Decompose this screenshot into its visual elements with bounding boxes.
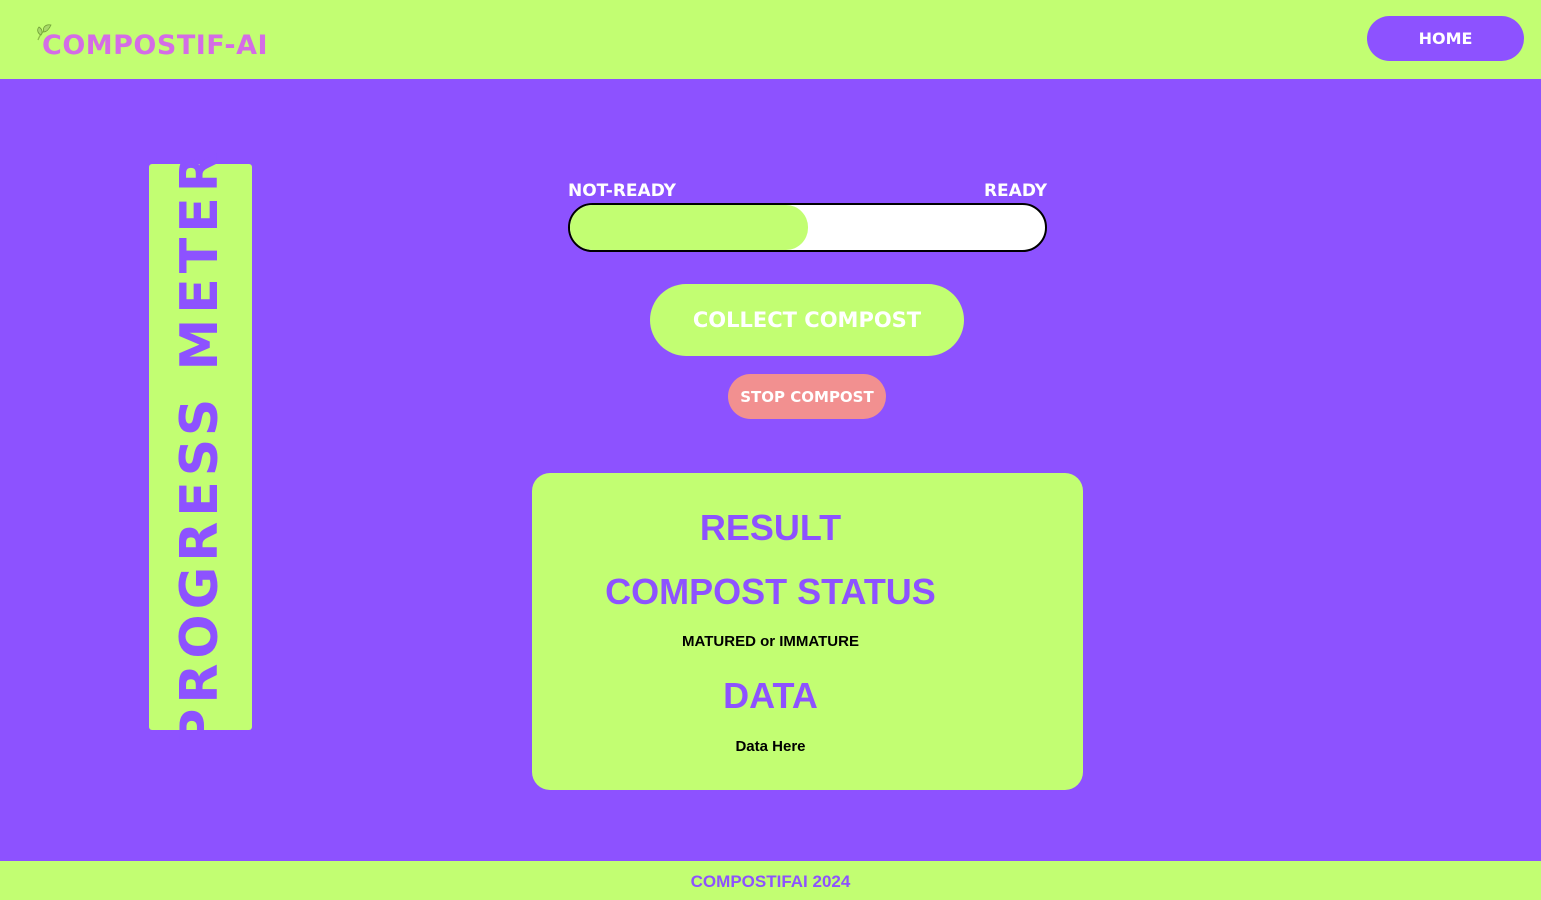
progress-meter-title: PROGRESS METER [170, 147, 230, 747]
compost-status-value: MATURED or IMMATURE [682, 633, 859, 650]
not-ready-label: NOT-READY [568, 181, 676, 201]
progress-fill [570, 205, 808, 250]
stop-compost-button[interactable]: STOP COMPOST [728, 374, 886, 419]
footer-text: COMPOSTIFAI 2024 [690, 872, 851, 891]
ready-label: READY [983, 181, 1047, 201]
data-value: Data Here [735, 738, 806, 755]
logo-text: COMPOSTIF-AI [42, 30, 269, 61]
collect-compost-button[interactable]: COLLECT COMPOST [650, 284, 964, 356]
result-heading: RESULT [699, 507, 842, 548]
compost-status-title: COMPOST STATUS [605, 571, 936, 612]
progress-bar [568, 203, 1047, 252]
data-title: DATA [723, 675, 818, 716]
home-button[interactable]: HOME [1367, 16, 1524, 61]
